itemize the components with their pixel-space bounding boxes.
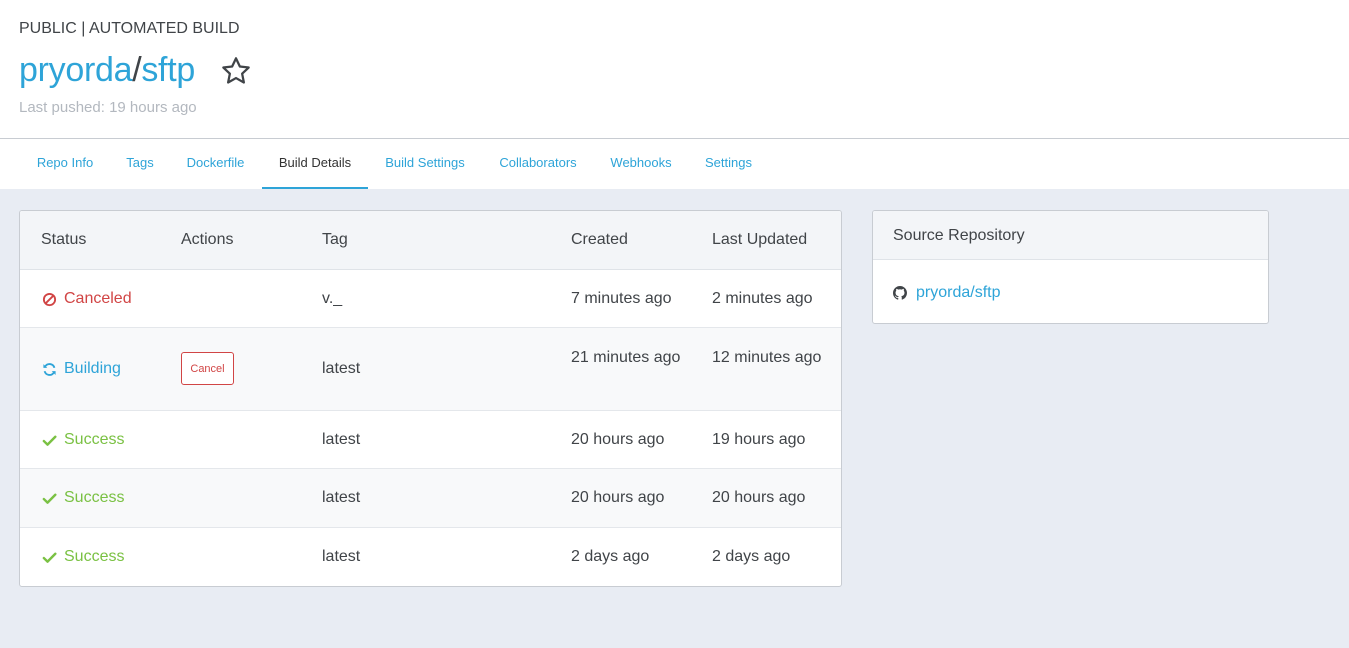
build-tag: latest [322,360,361,377]
tab-build-settings[interactable]: Build Settings [368,139,482,189]
build-created: 20 hours ago [571,431,665,448]
build-updated: 12 minutes ago [712,349,822,366]
tab-build-details[interactable]: Build Details [262,139,368,189]
repo-owner-link[interactable]: pryorda [19,51,132,89]
build-status-label: Canceled [64,290,132,307]
build-status[interactable]: Success [42,431,124,449]
build-updated: 19 hours ago [712,431,806,448]
tab-collaborators[interactable]: Collaborators [482,139,594,189]
build-history-table: Status Actions Tag Created Last Updated … [19,210,842,587]
build-created: 21 minutes ago [571,349,681,366]
table-row: Canceled v._ 7 minutes ago 2 minutes ago [20,270,841,328]
column-header-actions: Actions [181,231,234,248]
build-status[interactable]: Canceled [42,290,132,308]
build-created: 20 hours ago [571,489,665,506]
column-header-status: Status [41,231,87,248]
build-tag: latest [322,489,361,506]
source-repository-link[interactable]: pryorda/sftp [893,284,1000,302]
table-row: Success latest 20 hours ago 20 hours ago [20,469,841,528]
github-icon [893,286,907,300]
repo-visibility-label: PUBLIC | AUTOMATED BUILD [19,20,240,37]
build-updated: 20 hours ago [712,489,806,506]
build-tag: latest [322,548,361,565]
cancel-build-button[interactable]: Cancel [181,352,234,385]
build-tag: latest [322,431,361,448]
last-pushed-text: Last pushed: 19 hours ago [19,99,197,116]
repo-title-separator: / [132,51,142,89]
source-repository-link-label: pryorda/sftp [916,284,1001,301]
build-status-label: Success [64,548,125,565]
build-status-label: Building [64,360,121,377]
check-icon [42,493,57,504]
source-repository-header: Source Repository [873,211,1268,260]
repo-name-link[interactable]: sftp [141,51,195,89]
build-status[interactable]: Building [42,360,121,378]
table-row: Success latest 2 days ago 2 days ago [20,528,841,586]
table-row: Building Cancel latest 21 minutes ago 12… [20,328,841,411]
ban-icon [42,292,57,306]
source-repository-panel: Source Repository pryorda/sftp [872,210,1269,324]
check-icon [42,435,57,446]
build-created: 7 minutes ago [571,290,672,307]
build-updated: 2 days ago [712,548,791,565]
build-status[interactable]: Success [42,489,124,507]
source-repository-title: Source Repository [893,227,1025,244]
column-header-created: Created [571,231,628,248]
tab-repo-info[interactable]: Repo Info [19,139,111,189]
table-header: Status Actions Tag Created Last Updated [20,211,841,270]
tab-dockerfile[interactable]: Dockerfile [169,139,262,189]
table-row: Success latest 20 hours ago 19 hours ago [20,411,841,469]
column-header-last-updated: Last Updated [712,231,808,248]
build-tag: v._ [322,290,343,307]
build-status[interactable]: Success [42,548,124,566]
star-icon[interactable] [220,55,252,87]
tab-webhooks[interactable]: Webhooks [594,139,688,189]
tab-settings[interactable]: Settings [688,139,769,189]
repo-tab-bar: Repo Info Tags Dockerfile Build Details … [0,139,1349,189]
build-status-label: Success [64,431,125,448]
column-header-tag: Tag [322,231,348,248]
tab-tags[interactable]: Tags [111,139,169,189]
repo-header: PUBLIC | AUTOMATED BUILD pryorda/sftp La… [0,0,1349,139]
check-icon [42,552,57,563]
build-created: 2 days ago [571,548,650,565]
build-updated: 2 minutes ago [712,290,813,307]
repo-title: pryorda/sftp [19,51,195,90]
refresh-icon [43,362,56,376]
build-status-label: Success [64,489,125,506]
